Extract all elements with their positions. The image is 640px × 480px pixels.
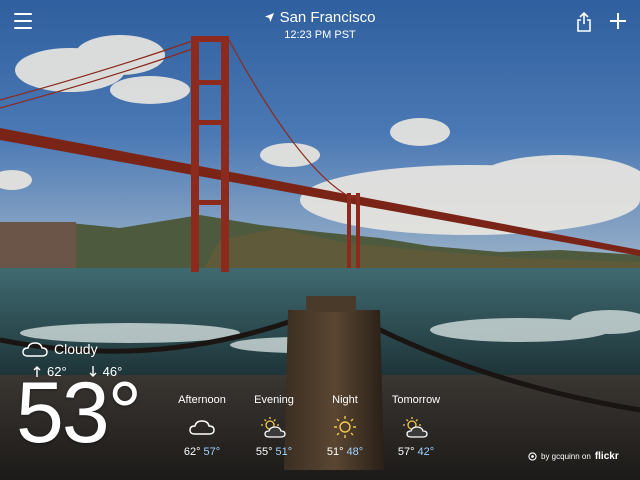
cloud-icon [189, 420, 215, 435]
forecast-night[interactable]: Night 51° 48° [306, 394, 384, 458]
sun-icon [334, 416, 356, 438]
current-condition: Cloudy [22, 341, 98, 357]
city-name[interactable]: San Francisco [280, 9, 376, 26]
top-bar: San Francisco 12:23 PM PST [0, 0, 640, 48]
forecast-low: 42° [417, 446, 435, 458]
forecast-label: Tomorrow [391, 394, 441, 406]
local-time: 12:23 PM PST [284, 29, 356, 41]
flickr-logo: flickr [594, 451, 619, 462]
forecast-low: 51° [275, 446, 293, 458]
credit-author: by gcquinn on [541, 452, 591, 461]
location-arrow-icon [264, 13, 274, 22]
forecast-high: 57° [397, 446, 415, 458]
forecast-tomorrow[interactable]: Tomorrow 57° 42° [377, 394, 455, 458]
photo-credit[interactable]: by gcquinn on flickr [528, 451, 619, 462]
forecast-afternoon[interactable]: Afternoon 62° 57° [163, 394, 241, 458]
forecast-high: 62° [183, 446, 201, 458]
condition-text: Cloudy [54, 341, 98, 357]
current-temperature: 53° [16, 365, 142, 461]
share-icon[interactable] [576, 12, 592, 32]
partly-sunny-icon [403, 417, 428, 438]
forecast-high: 55° [255, 446, 273, 458]
forecast-label: Night [332, 394, 358, 406]
forecast-label: Evening [254, 394, 294, 406]
location-header: San Francisco 12:23 PM PST [0, 9, 640, 41]
partly-sunny-icon [261, 417, 286, 438]
camera-icon [528, 452, 537, 461]
cloud-icon [22, 342, 48, 357]
add-icon[interactable] [609, 12, 627, 30]
forecast-low: 48° [346, 446, 364, 458]
forecast-low: 57° [203, 446, 221, 458]
forecast-high: 51° [326, 446, 344, 458]
forecast-evening[interactable]: Evening 55° 51° [235, 394, 313, 458]
forecast-label: Afternoon [178, 394, 226, 406]
